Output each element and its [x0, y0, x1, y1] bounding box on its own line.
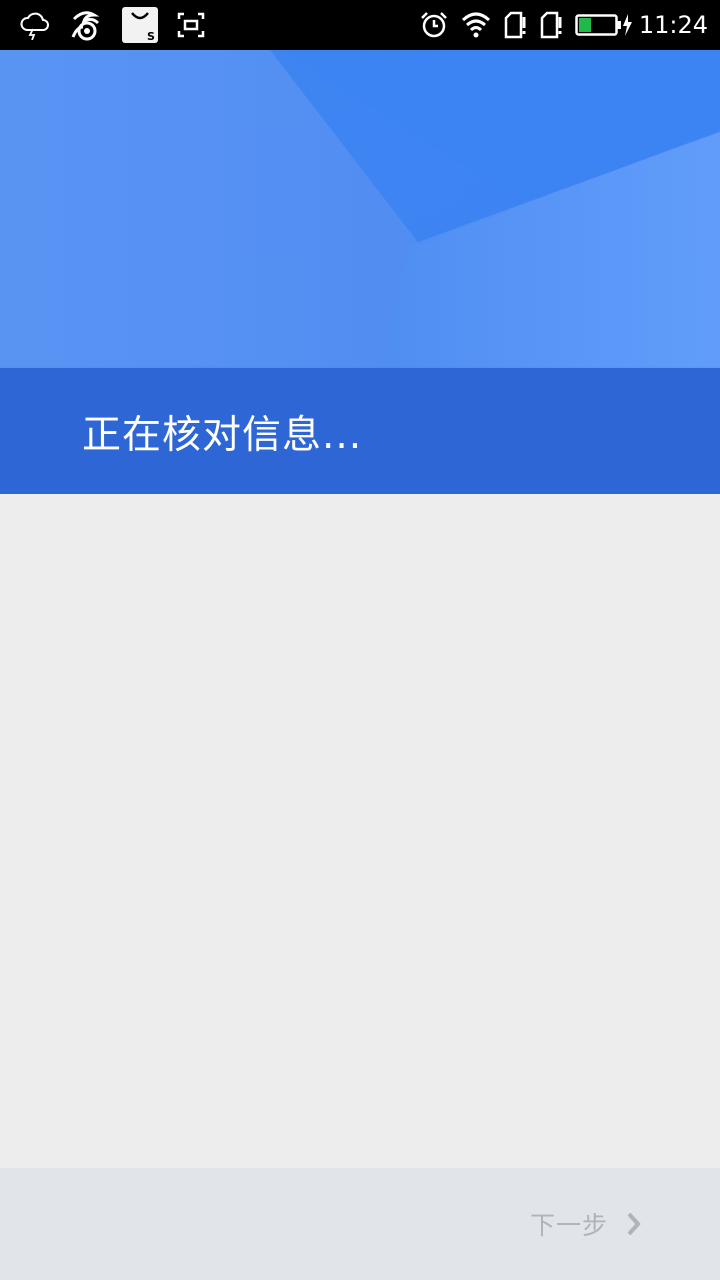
uc-browser-icon [70, 9, 104, 41]
wifi-icon [461, 12, 491, 38]
status-bar-system: 11:24 [407, 10, 708, 40]
shopping-bag-icon: S [122, 7, 158, 43]
hero-background-art [0, 50, 720, 368]
status-time: 11:24 [638, 11, 708, 39]
weather-cloud-icon [18, 10, 52, 40]
next-step-label: 下一步 [529, 1211, 608, 1240]
screenshot-icon [176, 11, 206, 39]
title-band: 正在核对信息... [0, 368, 720, 494]
next-step-button[interactable]: 下一步 [530, 1206, 642, 1242]
chevron-right-icon [626, 1211, 642, 1237]
page-title: 正在核对信息... [82, 413, 363, 458]
alarm-icon [419, 10, 449, 40]
sim1-alert-icon [503, 11, 527, 39]
sim2-alert-icon [539, 11, 563, 39]
battery-charging-icon [575, 13, 635, 37]
header-hero [0, 50, 720, 368]
content-area [0, 494, 720, 1168]
status-bar-notifications: S [18, 7, 224, 43]
bottom-navigation-bar: 下一步 [0, 1168, 720, 1280]
status-bar: S 11:24 [0, 0, 720, 50]
svg-text:S: S [147, 30, 155, 43]
battery-level-fill [578, 18, 591, 32]
